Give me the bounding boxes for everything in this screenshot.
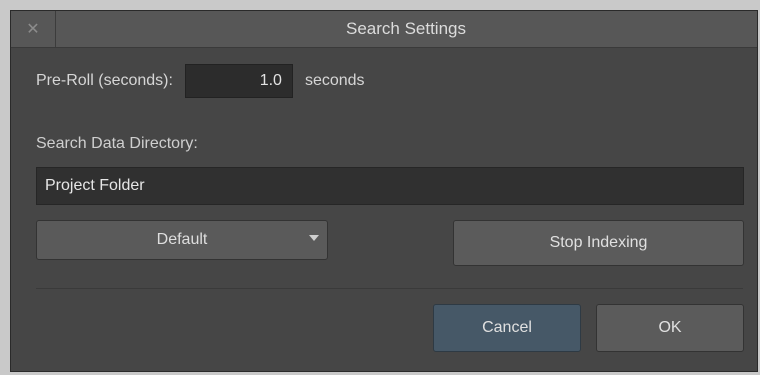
preroll-label: Pre-Roll (seconds): [36, 72, 173, 89]
preroll-row: Pre-Roll (seconds): seconds [36, 63, 365, 99]
divider [36, 288, 743, 289]
cancel-button[interactable]: Cancel [433, 304, 581, 352]
dialog-title: Search Settings [345, 19, 466, 38]
ok-button[interactable]: OK [596, 304, 744, 352]
chevron-down-icon [309, 235, 319, 241]
preroll-input[interactable] [184, 64, 293, 98]
default-select-label: Default [156, 231, 208, 248]
search-data-directory-label: Search Data Directory: [36, 135, 198, 152]
default-select[interactable]: Default [36, 220, 328, 260]
preroll-unit: seconds [304, 72, 365, 89]
close-button[interactable]: ✕ [11, 11, 56, 47]
title-bar: ✕ Search Settings [11, 11, 757, 48]
search-data-directory-field[interactable]: Project Folder [36, 167, 744, 205]
close-icon: ✕ [26, 21, 40, 38]
stop-indexing-button[interactable]: Stop Indexing [453, 220, 744, 266]
search-settings-dialog: ✕ Search Settings Pre-Roll (seconds): se… [10, 10, 758, 372]
